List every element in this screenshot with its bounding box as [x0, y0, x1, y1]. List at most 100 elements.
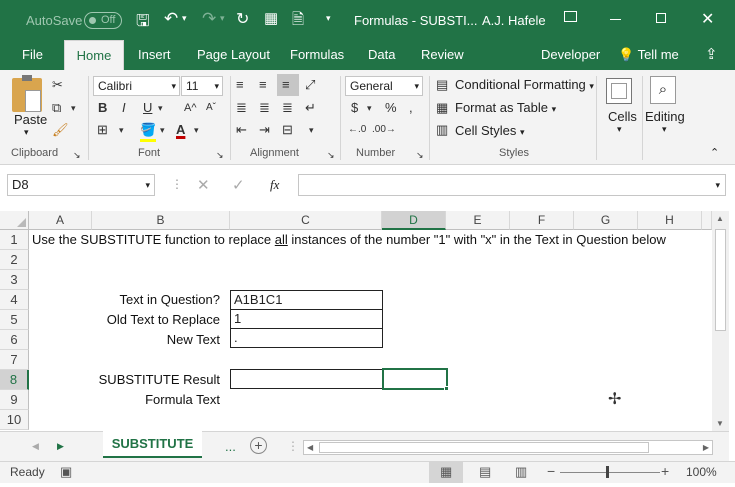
tell-me-box[interactable]: 💡 Tell me [618, 40, 679, 70]
zoom-level[interactable]: 100% [686, 465, 717, 479]
tab-file[interactable]: File [22, 40, 43, 70]
tab-review[interactable]: Review [421, 40, 464, 70]
scroll-right-icon[interactable]: ▶ [703, 441, 709, 454]
underline-button[interactable]: U [143, 99, 152, 117]
scroll-down-icon[interactable]: ▼ [716, 419, 724, 428]
select-all-corner[interactable] [0, 211, 29, 230]
scroll-tabs-right-icon[interactable]: ▶ [57, 441, 64, 452]
number-format-dropdown[interactable]: General ▾ [345, 76, 423, 96]
currency-icon[interactable]: $ [351, 99, 358, 117]
autosave-toggle[interactable]: Off [84, 12, 122, 29]
share-icon[interactable]: ⇪ [705, 40, 718, 70]
increase-indent-icon[interactable]: ⇥ [259, 121, 270, 139]
cell-styles-button[interactable]: Cell Styles ▾ [455, 123, 525, 138]
row-header-5[interactable]: 5 [0, 310, 29, 330]
fill-dropdown-icon[interactable]: ▾ [160, 121, 165, 139]
increase-font-icon[interactable]: A^ [184, 99, 197, 117]
tab-splitter-icon[interactable]: ⋮ [287, 439, 299, 453]
alignment-launcher-icon[interactable]: ↘ [327, 146, 335, 164]
undo-icon[interactable]: ↶ [164, 9, 178, 29]
column-header-e[interactable]: E [446, 211, 510, 230]
row-header-3[interactable]: 3 [0, 270, 29, 290]
fill-handle[interactable] [444, 386, 449, 391]
tab-formulas[interactable]: Formulas [290, 40, 344, 70]
user-name[interactable]: A.J. Hafele [482, 13, 546, 28]
refresh-icon[interactable]: ↻ [236, 9, 249, 29]
editing-label[interactable]: Editing [645, 109, 685, 124]
number-launcher-icon[interactable]: ↘ [416, 146, 424, 164]
cut-icon[interactable]: ✂ [52, 76, 63, 94]
clipboard-launcher-icon[interactable]: ↘ [73, 146, 81, 164]
tab-developer[interactable]: Developer [541, 40, 600, 70]
page-layout-view-icon[interactable]: ▤ [479, 464, 491, 480]
redo-dropdown-icon[interactable]: ▾ [220, 13, 225, 24]
customize-qat-icon[interactable]: ▾ [326, 13, 331, 24]
search-icon[interactable]: ⌕ [650, 76, 676, 104]
row-header-8[interactable]: 8 [0, 370, 29, 390]
row-header-9[interactable]: 9 [0, 390, 29, 410]
comma-icon[interactable]: , [409, 99, 413, 117]
column-header-a[interactable]: A [29, 211, 92, 230]
decrease-indent-icon[interactable]: ⇤ [236, 121, 247, 139]
column-header-c[interactable]: C [230, 211, 382, 230]
font-name-dropdown[interactable]: Calibri ▾ [93, 76, 180, 96]
redo-icon[interactable]: ↷ [202, 9, 216, 29]
zoom-slider-thumb[interactable] [606, 466, 609, 478]
copy-dropdown-icon[interactable]: ▾ [71, 99, 76, 117]
paste-dropdown-icon[interactable]: ▾ [24, 127, 29, 138]
decrease-font-icon[interactable]: Aˇ [206, 99, 216, 117]
macro-record-icon[interactable]: ▣ [60, 464, 72, 480]
cancel-icon[interactable]: ✕ [197, 176, 210, 194]
cells-icon[interactable] [606, 78, 632, 104]
cell-c6[interactable]: . [230, 328, 383, 348]
merge-dropdown-icon[interactable]: ▾ [309, 121, 314, 139]
collapse-ribbon-icon[interactable]: ⌃ [710, 146, 719, 159]
font-size-dropdown[interactable]: 11 ▾ [181, 76, 223, 96]
tab-page-layout[interactable]: Page Layout [197, 40, 270, 70]
cell-b8[interactable]: SUBSTITUTE Result [92, 370, 220, 390]
cells-label[interactable]: Cells [608, 109, 637, 124]
row-header-2[interactable]: 2 [0, 250, 29, 270]
zoom-slider[interactable] [560, 472, 660, 473]
scroll-left-icon[interactable]: ◀ [307, 441, 313, 454]
tab-data[interactable]: Data [368, 40, 395, 70]
document-icon[interactable]: 🗎 [292, 9, 304, 34]
cell-styles-icon[interactable]: ▥ [436, 121, 448, 139]
horizontal-scrollbar[interactable]: ◀ ▶ [303, 440, 713, 455]
wrap-text-icon[interactable]: ↵ [305, 99, 316, 117]
row-header-7[interactable]: 7 [0, 350, 29, 370]
format-table-icon[interactable]: ▦ [436, 99, 448, 117]
currency-dropdown-icon[interactable]: ▾ [367, 99, 372, 117]
sheet-tab-substitute[interactable]: SUBSTITUTE [103, 431, 202, 458]
cells-dropdown-icon[interactable]: ▾ [617, 124, 622, 135]
paste-icon[interactable] [12, 75, 42, 112]
tab-home[interactable]: Home [64, 40, 124, 70]
increase-decimal-icon[interactable]: ←.0 [348, 121, 366, 139]
cell-c4[interactable]: A1B1C1 [230, 290, 383, 310]
decrease-decimal-icon[interactable]: .00→ [372, 121, 396, 139]
cell-a1[interactable]: Use the SUBSTITUTE function to replace a… [32, 230, 666, 250]
insert-function-button[interactable]: fx [270, 177, 279, 193]
minimize-icon[interactable] [610, 19, 621, 20]
active-cell-d8[interactable] [382, 368, 448, 390]
merge-center-icon[interactable]: ⊟ [282, 121, 293, 139]
format-painter-icon[interactable]: 🖌 [52, 121, 69, 139]
row-header-1[interactable]: 1 [0, 230, 29, 250]
zoom-out-icon[interactable]: − [547, 463, 555, 479]
bold-button[interactable]: B [98, 99, 107, 117]
borders-icon[interactable]: ⊞ [97, 121, 108, 139]
vertical-scroll-thumb[interactable] [715, 229, 726, 331]
close-icon[interactable]: ✕ [701, 9, 714, 29]
cell-b6[interactable]: New Text [92, 330, 220, 350]
undo-dropdown-icon[interactable]: ▾ [182, 13, 187, 24]
column-header-h[interactable]: H [638, 211, 702, 230]
column-header-d[interactable]: D [382, 211, 446, 230]
underline-dropdown-icon[interactable]: ▾ [158, 99, 163, 117]
font-launcher-icon[interactable]: ↘ [216, 146, 224, 164]
conditional-formatting-icon[interactable]: ▤ [436, 76, 448, 94]
format-as-table-button[interactable]: Format as Table ▾ [455, 100, 556, 115]
bottom-align-button[interactable]: ≡ [277, 74, 299, 96]
row-header-4[interactable]: 4 [0, 290, 29, 310]
drag-handle-icon[interactable]: ⋮ [171, 177, 183, 191]
copy-icon[interactable]: ⧉ [52, 99, 61, 117]
